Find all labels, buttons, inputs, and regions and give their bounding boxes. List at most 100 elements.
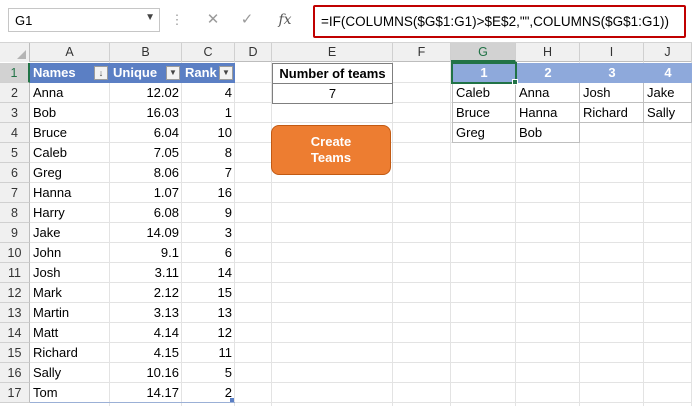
row-header-6[interactable]: 6: [0, 163, 30, 183]
rank-cell[interactable]: 8: [182, 143, 235, 163]
name-cell[interactable]: Jake: [30, 223, 110, 243]
row-header-4[interactable]: 4: [0, 123, 30, 143]
name-cell[interactable]: John: [30, 243, 110, 263]
column-header-j[interactable]: J: [644, 43, 692, 62]
name-cell[interactable]: Bob: [30, 103, 110, 123]
unique-header[interactable]: Unique ▼: [110, 63, 182, 83]
team-member-cell[interactable]: Greg: [452, 123, 516, 143]
team-member-cell[interactable]: Hanna: [516, 103, 580, 123]
vertical-dots-icon[interactable]: ⋮: [170, 10, 184, 30]
name-cell[interactable]: Mark: [30, 283, 110, 303]
unique-cell[interactable]: 6.04: [110, 123, 182, 143]
rank-cell[interactable]: 13: [182, 303, 235, 323]
name-cell[interactable]: Harry: [30, 203, 110, 223]
name-cell[interactable]: Hanna: [30, 183, 110, 203]
unique-cell[interactable]: 3.11: [110, 263, 182, 283]
row-header-10[interactable]: 10: [0, 243, 30, 263]
row-header-13[interactable]: 13: [0, 303, 30, 323]
rank-cell[interactable]: 10: [182, 123, 235, 143]
rank-cell[interactable]: 1: [182, 103, 235, 123]
select-all-corner[interactable]: [0, 43, 30, 62]
rank-cell[interactable]: 2: [182, 383, 235, 403]
row-header-8[interactable]: 8: [0, 203, 30, 223]
rank-header[interactable]: Rank ▼: [182, 63, 235, 83]
team-member-cell[interactable]: Bob: [516, 123, 580, 143]
checkmark-icon[interactable]: ✓: [236, 9, 258, 31]
unique-cell[interactable]: 14.17: [110, 383, 182, 403]
row-header-2[interactable]: 2: [0, 83, 30, 103]
rank-cell[interactable]: 7: [182, 163, 235, 183]
filter-dropdown-icon[interactable]: ↓: [94, 66, 108, 80]
row-header-7[interactable]: 7: [0, 183, 30, 203]
unique-cell[interactable]: 2.12: [110, 283, 182, 303]
row-header-14[interactable]: 14: [0, 323, 30, 343]
table-resize-handle[interactable]: [230, 398, 234, 402]
number-of-teams-value[interactable]: 7: [272, 83, 393, 104]
unique-cell[interactable]: 3.13: [110, 303, 182, 323]
names-header[interactable]: Names ↓: [30, 63, 110, 83]
rank-cell[interactable]: 9: [182, 203, 235, 223]
unique-cell[interactable]: 4.15: [110, 343, 182, 363]
row-header-9[interactable]: 9: [0, 223, 30, 243]
team-member-cell[interactable]: Sally: [644, 103, 692, 123]
column-header-g[interactable]: G: [451, 43, 516, 62]
unique-cell[interactable]: 14.09: [110, 223, 182, 243]
unique-cell[interactable]: 12.02: [110, 83, 182, 103]
team-header-2[interactable]: 2: [516, 63, 580, 83]
column-header-c[interactable]: C: [182, 43, 235, 62]
team-member-cell[interactable]: Josh: [580, 83, 644, 103]
column-header-h[interactable]: H: [516, 43, 580, 62]
column-header-a[interactable]: A: [30, 43, 110, 62]
row-header-15[interactable]: 15: [0, 343, 30, 363]
team-header-3[interactable]: 3: [580, 63, 644, 83]
column-header-b[interactable]: B: [110, 43, 182, 62]
fill-handle[interactable]: [512, 79, 518, 85]
team-member-cell[interactable]: Jake: [644, 83, 692, 103]
rank-cell[interactable]: 15: [182, 283, 235, 303]
rank-cell[interactable]: 11: [182, 343, 235, 363]
fx-icon[interactable]: fx: [272, 9, 298, 31]
rank-cell[interactable]: 3: [182, 223, 235, 243]
unique-cell[interactable]: 1.07: [110, 183, 182, 203]
row-header-1[interactable]: 1: [0, 63, 30, 83]
team-header-4[interactable]: 4: [644, 63, 692, 83]
name-cell[interactable]: Sally: [30, 363, 110, 383]
filter-dropdown-icon[interactable]: ▼: [219, 66, 233, 80]
rank-cell[interactable]: 12: [182, 323, 235, 343]
name-cell[interactable]: Bruce: [30, 123, 110, 143]
team-member-cell[interactable]: Richard: [580, 103, 644, 123]
formula-input[interactable]: =IF(COLUMNS($G$1:G1)>$E$2,"",COLUMNS($G$…: [313, 5, 686, 38]
name-cell[interactable]: Anna: [30, 83, 110, 103]
team-member-cell[interactable]: Anna: [516, 83, 580, 103]
unique-cell[interactable]: 6.08: [110, 203, 182, 223]
column-header-i[interactable]: I: [580, 43, 644, 62]
unique-cell[interactable]: 9.1: [110, 243, 182, 263]
rank-cell[interactable]: 4: [182, 83, 235, 103]
name-cell[interactable]: Greg: [30, 163, 110, 183]
cancel-x-icon[interactable]: ✕: [202, 9, 224, 31]
column-header-f[interactable]: F: [393, 43, 451, 62]
rank-cell[interactable]: 6: [182, 243, 235, 263]
name-cell[interactable]: Tom: [30, 383, 110, 403]
rank-cell[interactable]: 5: [182, 363, 235, 383]
row-header-5[interactable]: 5: [0, 143, 30, 163]
column-header-d[interactable]: D: [235, 43, 272, 62]
filter-dropdown-icon[interactable]: ▼: [166, 66, 180, 80]
rank-cell[interactable]: 16: [182, 183, 235, 203]
create-teams-button[interactable]: Create Teams: [271, 125, 391, 175]
team-member-cell[interactable]: Caleb: [452, 83, 516, 103]
unique-cell[interactable]: 4.14: [110, 323, 182, 343]
column-header-e[interactable]: E: [272, 43, 393, 62]
name-cell[interactable]: Richard: [30, 343, 110, 363]
worksheet-grid[interactable]: ABCDEFGHIJ 1 2 3 4 5 6 7 8 9 10 11 12 13 14 15 16 17 Nam…: [0, 43, 692, 406]
name-cell[interactable]: Martin: [30, 303, 110, 323]
chevron-down-icon[interactable]: ▼: [145, 12, 155, 23]
rank-cell[interactable]: 14: [182, 263, 235, 283]
name-box[interactable]: G1 ▼: [8, 8, 160, 32]
unique-cell[interactable]: 16.03: [110, 103, 182, 123]
name-cell[interactable]: Caleb: [30, 143, 110, 163]
unique-cell[interactable]: 7.05: [110, 143, 182, 163]
row-header-12[interactable]: 12: [0, 283, 30, 303]
row-header-11[interactable]: 11: [0, 263, 30, 283]
row-header-17[interactable]: 17: [0, 383, 30, 403]
